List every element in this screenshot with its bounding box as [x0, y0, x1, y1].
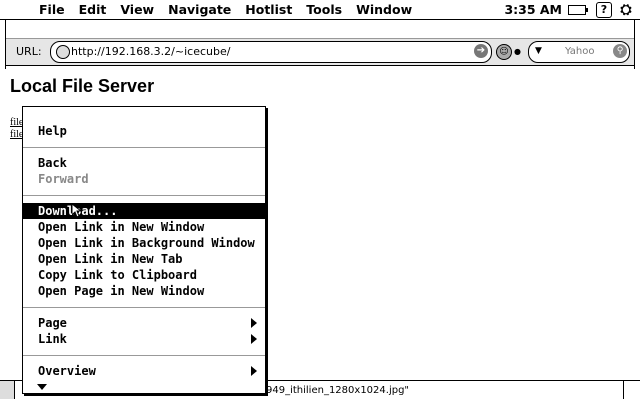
resize-grip[interactable] [623, 381, 640, 399]
window-frame-right [634, 20, 640, 69]
clock[interactable]: 3:35 AM [504, 2, 562, 17]
menu-item-open-link-background-window[interactable]: Open Link in Background Window [23, 235, 265, 251]
menu-item-help[interactable]: Help [23, 123, 265, 139]
go-arrow-icon[interactable]: ➔ [474, 44, 488, 58]
menu-edit[interactable]: Edit [72, 2, 114, 17]
search-engine-dropdown-icon[interactable]: ▼ [535, 46, 542, 56]
menu-view[interactable]: View [113, 2, 161, 17]
menu-tools[interactable]: Tools [299, 2, 349, 17]
menu-item-overview[interactable]: Overview [23, 363, 265, 379]
status-bar-toggle[interactable] [0, 381, 15, 399]
page-title: Local File Server [10, 76, 155, 96]
menu-file[interactable]: File [32, 2, 72, 17]
context-menu: Help Back Forward Download... Open Link … [22, 106, 266, 394]
url-input[interactable]: http://192.168.3.2/~icecube/ ➔ [50, 41, 492, 63]
menu-item-back[interactable]: Back [23, 155, 265, 171]
mouse-cursor-icon [72, 204, 82, 218]
scroll-down-arrow-icon[interactable] [37, 384, 47, 390]
url-value: http://192.168.3.2/~icecube/ [71, 45, 231, 58]
address-bar: URL: http://192.168.3.2/~icecube/ ➔ ☺ ● … [6, 38, 634, 66]
search-input[interactable]: ▼ Yahoo ⚲ [528, 41, 630, 63]
menu-item-link[interactable]: Link [23, 331, 265, 347]
menu-item-open-page-new-window[interactable]: Open Page in New Window [23, 283, 265, 299]
submenu-arrow-icon [251, 318, 257, 328]
browser-toolbar: URL: http://192.168.3.2/~icecube/ ➔ ☺ ● … [0, 20, 640, 69]
menu-item-open-link-new-tab[interactable]: Open Link in New Tab [23, 251, 265, 267]
menu-bar: File Edit View Navigate Hotlist Tools Wi… [0, 0, 640, 20]
dot-icon: ● [514, 47, 521, 56]
menu-item-overview-label: Overview [38, 364, 96, 378]
menu-separator [23, 355, 265, 356]
menu-separator [23, 195, 265, 196]
menu-window[interactable]: Window [349, 2, 419, 17]
menu-item-copy-link[interactable]: Copy Link to Clipboard [23, 267, 265, 283]
submenu-arrow-icon [251, 334, 257, 344]
menu-item-download[interactable]: Download... [23, 203, 265, 219]
menu-item-page[interactable]: Page [23, 315, 265, 331]
menu-navigate[interactable]: Navigate [161, 2, 238, 17]
help-icon[interactable]: ? [596, 1, 612, 18]
battery-icon[interactable] [568, 4, 588, 15]
menu-separator [23, 147, 265, 148]
menu-item-open-link-new-window[interactable]: Open Link in New Window [23, 219, 265, 235]
menu-item-forward: Forward [38, 172, 89, 186]
submenu-arrow-icon [251, 366, 257, 376]
search-placeholder: Yahoo [565, 46, 595, 57]
menu-item-page-label: Page [38, 316, 67, 330]
status-text: 949_ithilien_1280x1024.jpg" [266, 385, 410, 396]
url-label: URL: [16, 45, 42, 58]
search-magnifier-icon[interactable]: ⚲ [613, 44, 627, 58]
menu-separator [23, 307, 265, 308]
menu-hotlist[interactable]: Hotlist [238, 2, 299, 17]
menu-item-link-label: Link [38, 332, 67, 346]
menubar-status-area: 3:35 AM ? ⛭ [504, 0, 634, 19]
application-menu-icon[interactable]: ⛭ [618, 2, 634, 18]
smiley-icon[interactable]: ☺ [496, 44, 512, 60]
site-globe-icon [56, 45, 70, 59]
